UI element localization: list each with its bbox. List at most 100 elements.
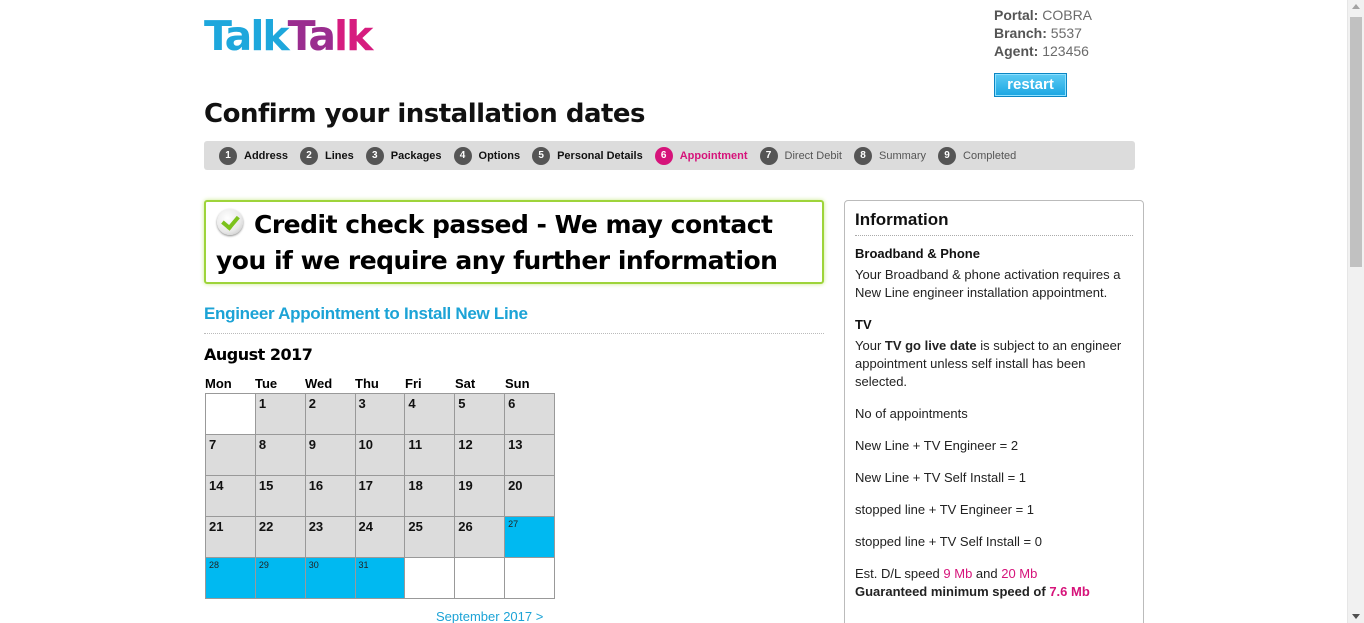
portal-row: Portal: COBRA (994, 6, 1092, 24)
calendar-day-available-31[interactable]: 31 (354, 557, 406, 599)
broadband-phone-heading: Broadband & Phone (855, 246, 980, 261)
calendar-day-unavailable-15: 15 (254, 475, 306, 517)
tv-go-live-date: TV go live date (884, 338, 977, 353)
calendar-day-unavailable-5: 5 (454, 393, 506, 435)
step-number-badge: 1 (219, 146, 237, 165)
calendar-day-unavailable-26: 26 (454, 516, 506, 558)
calendar-day-unavailable-22: 22 (254, 516, 306, 558)
logo-part-3: lk (334, 12, 373, 60)
step-options[interactable]: 4 Options (453, 146, 520, 165)
logo-part-2: Ta (287, 12, 336, 60)
calendar-week-row: 123456 (205, 393, 555, 435)
calendar-day-unavailable-24: 24 (354, 516, 406, 558)
step-direct-debit: 7 Direct Debit (759, 146, 842, 165)
calendar-empty-cell (454, 557, 506, 599)
appointments-label: No of appointments (855, 406, 968, 421)
agent-value: 123456 (1042, 43, 1089, 59)
branch-row: Branch: 5537 (994, 24, 1092, 42)
calendar-week-row: 14 15 16 17 18 19 20 (205, 475, 555, 517)
calendar-day-unavailable-12: 12 (454, 434, 506, 476)
calendar-weekday-header: Mon Tue Wed Thu Fri Sat Sun (204, 376, 554, 391)
scroll-up-arrow-icon[interactable] (1352, 4, 1360, 9)
weekday-wed: Wed (305, 376, 333, 391)
calendar-week-row: 21 22 23 24 25 26 27 (205, 516, 555, 558)
step-number-badge: 2 (300, 146, 319, 165)
step-number-badge: 8 (853, 146, 872, 165)
step-lines[interactable]: 2 Lines (300, 146, 354, 165)
weekday-sat: Sat (455, 376, 476, 391)
calendar-day-available-27[interactable]: 27 (504, 516, 555, 558)
calendar-day-available-28[interactable]: 28 (205, 557, 256, 599)
step-completed: 9 Completed (938, 146, 1016, 165)
broadband-phone-text: Your Broadband & phone activation requir… (855, 267, 1121, 300)
appointment-rule-2: New Line + TV Self Install = 1 (855, 470, 1027, 485)
weekday-sun: Sun (505, 376, 530, 391)
calendar-day-unavailable-4: 4 (404, 393, 456, 435)
calendar-day-unavailable-10: 10 (354, 434, 406, 476)
calendar-day-unavailable-25: 25 (404, 516, 456, 558)
step-number-badge: 7 (759, 146, 778, 165)
estimated-speed: Est. D/L speed 9 Mb and 20 Mb (855, 565, 1133, 583)
step-label: Summary (878, 149, 927, 162)
tv-heading: TV (855, 317, 872, 332)
step-label: Direct Debit (784, 149, 842, 162)
calendar-day-unavailable-8: 8 (254, 434, 306, 476)
restart-button[interactable]: restart (994, 73, 1067, 97)
step-number-badge: 9 (938, 146, 957, 165)
credit-check-message: Credit check passed - We may contact you… (216, 210, 778, 275)
appointment-rule-1: New Line + TV Engineer = 2 (855, 438, 1019, 453)
step-personal-details[interactable]: 5 Personal Details (532, 146, 643, 165)
calendar-day-unavailable-13: 13 (504, 434, 555, 476)
branch-value: 5537 (1050, 25, 1082, 41)
calendar-day-unavailable-9: 9 (304, 434, 356, 476)
agent-label: Agent: (994, 43, 1039, 59)
speed-low: 9 Mb (943, 566, 973, 581)
speed-high: 20 Mb (1001, 566, 1038, 581)
step-address[interactable]: 1 Address (219, 146, 288, 165)
credit-check-notice: Credit check passed - We may contact you… (204, 200, 824, 284)
guaranteed-speed: Guaranteed minimum speed of 7.6 Mb (855, 583, 1133, 601)
calendar-day-unavailable-17: 17 (354, 475, 406, 517)
calendar-day-available-29[interactable]: 29 (254, 557, 306, 599)
weekday-mon: Mon (205, 376, 232, 391)
vertical-scrollbar[interactable] (1347, 0, 1364, 623)
engineer-appointment-title: Engineer Appointment to Install New Line (204, 304, 824, 334)
information-panel: Information Broadband & Phone Your Broad… (844, 200, 1144, 623)
step-summary: 8 Summary (853, 146, 927, 165)
progress-steps: 1 Address 2 Lines 3 Packages 4 Options 5 Personal… (204, 141, 1135, 170)
calendar-day-unavailable-1: 1 (254, 393, 306, 435)
calendar-day-unavailable-23: 23 (304, 516, 356, 558)
check-icon (217, 209, 243, 235)
step-number-badge: 5 (532, 146, 551, 165)
next-month-link[interactable]: September 2017 > (436, 609, 543, 623)
step-label: Appointment (679, 149, 748, 162)
step-number-badge: 3 (365, 146, 384, 165)
appointment-rule-3: stopped line + TV Engineer = 1 (855, 502, 1034, 517)
calendar-day-unavailable-20: 20 (504, 475, 555, 517)
calendar-day-unavailable-11: 11 (404, 434, 456, 476)
guaranteed-label: Guaranteed minimum speed of (855, 584, 1050, 599)
appointment-rule-4: stopped line + TV Self Install = 0 (855, 534, 1042, 549)
appointment-calendar: 1 2 3 4 5 6 7 8 9 10 11 12 13 14 15 16 17 18 19 20 21 22 23 24 2… (205, 393, 555, 599)
calendar-week-row: 7 8 9 10 11 12 13 (205, 434, 555, 476)
scrollbar-thumb[interactable] (1350, 17, 1362, 267)
page-title: Confirm your installation dates (204, 99, 646, 129)
step-packages[interactable]: 3 Packages (365, 146, 442, 165)
calendar-day-unavailable-19: 19 (454, 475, 506, 517)
scroll-down-arrow-icon[interactable] (1352, 614, 1360, 619)
step-appointment: 6 Appointment (654, 146, 748, 165)
info-title: Information (855, 211, 1133, 236)
step-label: Packages (390, 149, 442, 162)
branch-label: Branch: (994, 25, 1047, 41)
weekday-fri: Fri (405, 376, 422, 391)
portal-value: COBRA (1042, 7, 1093, 23)
calendar-day-available-30[interactable]: 30 (304, 557, 356, 599)
speed-label: Est. D/L speed (855, 566, 944, 581)
calendar-week-row: 28 29 30 31 (205, 557, 555, 599)
tv-text: Your TV go live date is subject to an en… (855, 337, 1133, 391)
step-number-badge: 6 (654, 146, 673, 165)
portal-label: Portal: (994, 7, 1039, 23)
calendar-day-unavailable-7: 7 (205, 434, 256, 476)
step-label: Personal Details (557, 149, 643, 162)
calendar-day-unavailable-18: 18 (404, 475, 456, 517)
